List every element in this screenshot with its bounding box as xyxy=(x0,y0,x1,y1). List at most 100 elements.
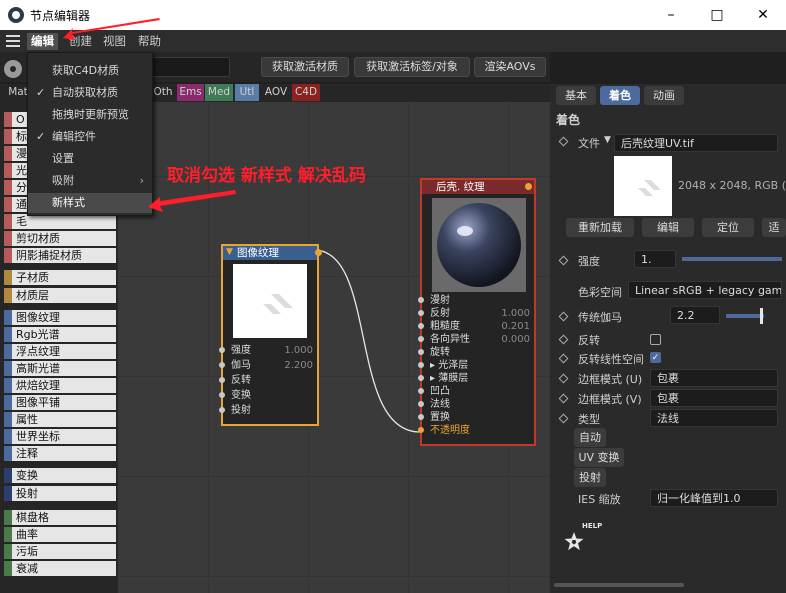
menu-view[interactable]: 视图 xyxy=(99,33,130,50)
auto-button[interactable]: 自动 xyxy=(574,428,606,447)
input-port-icon[interactable] xyxy=(418,388,424,394)
locate-button[interactable]: 定位 xyxy=(702,218,754,237)
node-list-item[interactable]: 污垢 xyxy=(4,544,116,559)
edit-button[interactable]: 编辑 xyxy=(642,218,694,237)
input-port-icon[interactable] xyxy=(418,349,424,355)
menu-edit[interactable]: 编辑 xyxy=(27,33,58,50)
cat-tab-aov[interactable]: AOV xyxy=(262,84,290,101)
tab-shading[interactable]: 着色 xyxy=(600,86,640,105)
node-list-item[interactable]: 浮点纹理 xyxy=(4,344,116,359)
node-param-row[interactable]: 强度 1.000 xyxy=(219,344,317,357)
uv-transform-button[interactable]: UV 变换 xyxy=(574,448,624,467)
keyframe-icon[interactable] xyxy=(558,393,569,404)
node-list-item[interactable]: Rgb光谱 xyxy=(4,327,116,342)
node-list-item[interactable]: 子材质 xyxy=(4,270,116,285)
close-button[interactable]: ✕ xyxy=(740,0,786,30)
hamburger-icon[interactable] xyxy=(6,35,20,47)
tab-basic[interactable]: 基本 xyxy=(556,86,596,105)
node-param-row[interactable]: 不透明度 xyxy=(418,424,534,437)
projection-button[interactable]: 投射 xyxy=(574,468,606,487)
menu-item[interactable]: 吸附 › xyxy=(28,171,152,191)
output-port-icon[interactable] xyxy=(525,183,532,190)
invert-linear-checkbox[interactable]: ✓ xyxy=(650,352,661,363)
node-param-row[interactable]: 伽马 2.200 xyxy=(219,359,317,372)
node-param-row[interactable]: 变换 xyxy=(219,389,317,402)
node-param-row[interactable]: 反射 1.000 xyxy=(418,307,534,320)
strength-input[interactable]: 1. xyxy=(634,250,676,268)
node-param-row[interactable]: 粗糙度 0.201 xyxy=(418,320,534,333)
menu-item[interactable]: 获取C4D材质 xyxy=(28,61,152,81)
gamma-slider-handle[interactable] xyxy=(760,308,763,324)
node-list-item[interactable]: 曲率 xyxy=(4,527,116,542)
node-list-item[interactable]: 剪切材质 xyxy=(4,231,116,246)
reload-button[interactable]: 重新加载 xyxy=(566,218,634,237)
node-list-item[interactable]: 毛 xyxy=(4,214,116,229)
node-param-row[interactable]: 投射 xyxy=(219,404,317,417)
cat-tab-oth[interactable]: Oth xyxy=(150,84,176,101)
get-active-tag-button[interactable]: 获取激活标签/对象 xyxy=(354,57,470,77)
node-list-item[interactable]: 烘焙纹理 xyxy=(4,378,116,393)
minimize-button[interactable]: – xyxy=(648,0,694,30)
node-canvas[interactable]: 图像纹理 ▼ 强度 1.000 伽马 2.200 反转 变换 投射 后壳. 纹理 漫射 反射 1… xyxy=(118,102,550,593)
node-list-item[interactable]: 世界坐标 xyxy=(4,429,116,444)
input-port-icon[interactable] xyxy=(418,297,424,303)
node-list-item[interactable]: 高斯光谱 xyxy=(4,361,116,376)
cat-tab-utl[interactable]: Utl xyxy=(235,84,259,101)
input-port-icon[interactable] xyxy=(418,375,424,381)
node-param-row[interactable]: 凹凸 xyxy=(418,385,534,398)
input-port-icon[interactable] xyxy=(219,392,225,398)
keyframe-icon[interactable] xyxy=(558,334,569,345)
border-v-select[interactable]: 包裹 xyxy=(650,389,778,407)
menu-item[interactable]: 拖拽时更新预览 xyxy=(28,105,152,125)
node-param-row[interactable]: 反转 xyxy=(219,374,317,387)
node-list-item[interactable]: 属性 xyxy=(4,412,116,427)
input-port-icon[interactable] xyxy=(418,310,424,316)
keyframe-icon[interactable] xyxy=(558,413,569,424)
gamma-input[interactable]: 2.2 xyxy=(670,306,720,324)
node-list-item[interactable]: 注释 xyxy=(4,446,116,461)
input-port-icon[interactable] xyxy=(418,401,424,407)
keyframe-icon[interactable] xyxy=(558,136,569,147)
menu-item[interactable]: ✓ 编辑控件 xyxy=(28,127,152,147)
file-field[interactable]: 后壳纹理UV.tif xyxy=(614,134,778,152)
node-param-row[interactable]: 法线 xyxy=(418,398,534,411)
input-port-icon[interactable] xyxy=(418,427,424,433)
fit-button[interactable]: 适 xyxy=(762,218,786,237)
menu-help[interactable]: 帮助 xyxy=(134,33,165,50)
invert-checkbox[interactable] xyxy=(650,334,661,345)
maximize-button[interactable]: □ xyxy=(694,0,740,30)
input-port-icon[interactable] xyxy=(418,323,424,329)
strength-slider[interactable] xyxy=(682,257,782,261)
node-param-row[interactable]: 置换 xyxy=(418,411,534,424)
help-icon[interactable]: HELP xyxy=(558,520,602,560)
input-port-icon[interactable] xyxy=(219,347,225,353)
node-param-row[interactable]: ▸ 光泽层 xyxy=(418,359,534,372)
node-param-row[interactable]: 漫射 xyxy=(418,294,534,307)
menu-item[interactable]: 设置 xyxy=(28,149,152,169)
material-node[interactable]: 后壳. 纹理 漫射 反射 1.000 粗糙度 0.201 各向异性 0.000 旋转 ▸ 光泽层… xyxy=(418,178,536,446)
tab-animation[interactable]: 动画 xyxy=(644,86,684,105)
horizontal-scrollbar[interactable] xyxy=(554,583,684,587)
gear-icon[interactable] xyxy=(4,60,22,78)
node-param-row[interactable]: ▸ 薄膜层 xyxy=(418,372,534,385)
node-param-row[interactable]: 旋转 xyxy=(418,346,534,359)
node-list-item[interactable]: 变换 xyxy=(4,468,116,483)
keyframe-icon[interactable] xyxy=(558,311,569,322)
input-port-icon[interactable] xyxy=(418,336,424,342)
menu-item[interactable]: ✓ 自动获取材质 xyxy=(28,83,152,103)
node-list-item[interactable]: 阴影捕捉材质 xyxy=(4,248,116,263)
node-list-item[interactable]: 投射 xyxy=(4,486,116,501)
input-port-icon[interactable] xyxy=(219,407,225,413)
cat-tab-c4d[interactable]: C4D xyxy=(292,84,320,101)
input-port-icon[interactable] xyxy=(219,377,225,383)
output-port-icon[interactable] xyxy=(315,249,322,256)
node-list-item[interactable]: 图像纹理 xyxy=(4,310,116,325)
colorspace-select[interactable]: Linear sRGB + legacy gamm xyxy=(628,281,782,299)
ies-scale-select[interactable]: 归一化峰值到1.0 xyxy=(650,489,778,507)
input-port-icon[interactable] xyxy=(418,414,424,420)
node-list-item[interactable]: 衰减 xyxy=(4,561,116,576)
type-select[interactable]: 法线 xyxy=(650,409,778,427)
menu-create[interactable]: 创建 xyxy=(65,33,96,50)
keyframe-icon[interactable] xyxy=(558,373,569,384)
menu-item[interactable]: 新样式 xyxy=(28,193,152,213)
